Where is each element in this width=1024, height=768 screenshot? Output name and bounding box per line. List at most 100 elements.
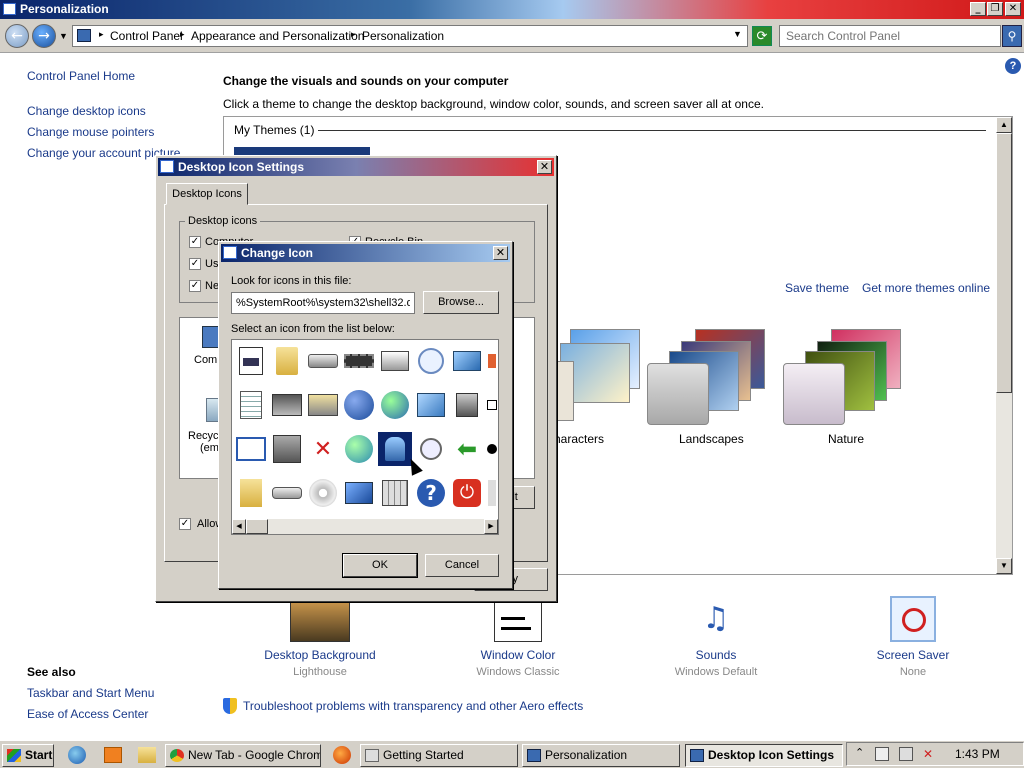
calculator-icon[interactable] xyxy=(378,476,412,510)
tab-desktop-icons[interactable]: Desktop Icons xyxy=(166,183,248,205)
window-color-item[interactable]: Window Color Windows Classic xyxy=(438,596,598,678)
task-desktop-icon-settings[interactable]: Desktop Icon Settings xyxy=(685,744,843,767)
clock-icon[interactable] xyxy=(414,344,448,378)
breadcrumb-personalization[interactable]: Personalization xyxy=(362,29,444,43)
disconnected-drive-icon[interactable]: ✕ xyxy=(306,432,340,466)
safely-remove-tray-icon[interactable] xyxy=(899,747,913,761)
floppy-drive-icon[interactable] xyxy=(270,432,304,466)
sounds-link[interactable]: Sounds xyxy=(636,648,796,662)
start-button[interactable]: Start xyxy=(2,744,54,767)
my-theme-thumbnail[interactable] xyxy=(234,147,370,155)
chevron-right-icon[interactable]: ▸ xyxy=(180,29,185,40)
browse-button[interactable]: Browse... xyxy=(423,291,499,314)
themes-scrollbar[interactable]: ▲ ▼ xyxy=(996,117,1012,574)
power-icon[interactable]: ⏻ xyxy=(450,476,484,510)
horizontal-scroll-track[interactable] xyxy=(268,519,484,534)
removable-drive-icon[interactable] xyxy=(270,476,304,510)
task-personalization[interactable]: Personalization xyxy=(522,744,680,767)
network-checkbox[interactable]: ✓ xyxy=(189,280,201,292)
window-icon[interactable] xyxy=(234,344,268,378)
theme-landscapes[interactable] xyxy=(647,329,765,425)
desktop-background-item[interactable]: Desktop Background Lighthouse xyxy=(240,596,400,678)
address-bar[interactable]: ▸ Control Panel ▸ Appearance and Persona… xyxy=(72,25,748,47)
media-player-icon[interactable] xyxy=(104,747,122,763)
screen-saver-item[interactable]: Screen Saver None xyxy=(833,596,993,678)
user-files-checkbox[interactable]: ✓ xyxy=(189,258,201,270)
printer-icon[interactable] xyxy=(378,344,412,378)
taskbar-start-menu-link[interactable]: Taskbar and Start Menu xyxy=(27,686,154,700)
task-chrome[interactable]: New Tab - Google Chrome xyxy=(165,744,321,767)
task-getting-started[interactable]: Getting Started xyxy=(360,744,518,767)
partial-icon[interactable] xyxy=(484,476,498,510)
cancel-button[interactable]: Cancel xyxy=(425,554,499,577)
green-arrow-icon[interactable]: ⬅ xyxy=(450,432,484,466)
close-icon[interactable]: ✕ xyxy=(537,160,552,174)
clock[interactable]: 1:43 PM xyxy=(955,747,1000,761)
close-icon[interactable]: ✕ xyxy=(493,246,508,260)
cd-drive-icon[interactable] xyxy=(306,476,340,510)
globe-icon[interactable] xyxy=(342,388,376,422)
change-desktop-icons-link[interactable]: Change desktop icons xyxy=(27,104,146,118)
icon-grid[interactable]: ✕ ⬅ ? ⏻ ◀ ▶ xyxy=(231,339,499,535)
network-globe-icon[interactable] xyxy=(378,388,412,422)
horizontal-scroll-thumb[interactable] xyxy=(246,519,268,534)
sounds-item[interactable]: ♫ Sounds Windows Default xyxy=(636,596,796,678)
allow-themes-checkbox[interactable]: ✓ xyxy=(179,518,191,530)
breadcrumb-appearance[interactable]: Appearance and Personalization xyxy=(191,29,364,43)
ease-of-access-link[interactable]: Ease of Access Center xyxy=(27,707,148,721)
back-icon[interactable]: ← xyxy=(5,24,29,48)
control-panel-grid-icon[interactable] xyxy=(414,388,448,422)
chevron-down-icon[interactable]: ▼ xyxy=(733,29,742,39)
firefox-icon[interactable] xyxy=(333,746,351,764)
chevron-right-icon[interactable]: ▸ xyxy=(351,29,356,40)
control-panel-home-link[interactable]: Control Panel Home xyxy=(27,69,135,83)
history-dropdown-icon[interactable]: ▼ xyxy=(59,31,68,41)
folder-icon[interactable] xyxy=(270,344,304,378)
ok-button[interactable]: OK xyxy=(342,553,418,578)
network-tray-icon[interactable] xyxy=(875,747,889,761)
scroll-right-icon[interactable]: ▶ xyxy=(484,519,498,534)
close-button[interactable]: ✕ xyxy=(1005,2,1021,16)
network-computer-icon[interactable] xyxy=(270,388,304,422)
theme-nature[interactable] xyxy=(783,329,901,425)
maximize-button[interactable]: ❐ xyxy=(987,2,1003,16)
blank-window-icon[interactable] xyxy=(234,432,268,466)
chevron-up-icon[interactable]: ⌃ xyxy=(855,746,864,759)
help-icon[interactable]: ? xyxy=(1005,58,1021,74)
scroll-down-icon[interactable]: ▼ xyxy=(996,558,1012,574)
refresh-icon[interactable]: ⟳ xyxy=(752,26,772,46)
partial-icon[interactable] xyxy=(484,344,498,378)
scroll-left-icon[interactable]: ◀ xyxy=(232,519,246,534)
explorer-folder-icon[interactable] xyxy=(138,747,156,763)
save-theme-link[interactable]: Save theme xyxy=(785,281,849,295)
forward-icon[interactable]: → xyxy=(32,24,56,48)
troubleshoot-link[interactable]: Troubleshoot problems with transparency … xyxy=(243,699,583,713)
search-input[interactable] xyxy=(779,25,1001,47)
minimize-button[interactable]: _ xyxy=(970,2,986,16)
chip-icon[interactable] xyxy=(342,344,376,378)
display-icon[interactable] xyxy=(450,344,484,378)
help-question-icon[interactable]: ? xyxy=(414,476,448,510)
scroll-up-icon[interactable]: ▲ xyxy=(996,117,1012,133)
shortcut-icon[interactable] xyxy=(484,388,498,422)
computer-monitor-icon[interactable] xyxy=(342,476,376,510)
drive-icon[interactable] xyxy=(306,344,340,378)
search-icon[interactable]: ⚲ xyxy=(1002,25,1022,47)
volume-muted-icon[interactable]: ✕ xyxy=(923,747,937,761)
partial-icon[interactable] xyxy=(484,432,498,466)
change-mouse-pointers-link[interactable]: Change mouse pointers xyxy=(27,125,154,139)
get-more-themes-link[interactable]: Get more themes online xyxy=(862,281,990,295)
internet-icon[interactable] xyxy=(342,432,376,466)
icon-file-input[interactable] xyxy=(231,292,415,314)
chevron-right-icon[interactable]: ▸ xyxy=(99,29,104,40)
scroll-thumb[interactable] xyxy=(996,133,1012,393)
internet-explorer-icon[interactable] xyxy=(68,746,86,764)
desktop-background-link[interactable]: Desktop Background xyxy=(240,648,400,662)
folder-open-icon[interactable] xyxy=(234,476,268,510)
breadcrumb-control-panel[interactable]: Control Panel xyxy=(110,29,183,43)
media-icon[interactable] xyxy=(450,388,484,422)
search-magnifier-icon[interactable] xyxy=(414,432,448,466)
network-drive-icon[interactable] xyxy=(306,388,340,422)
window-color-link[interactable]: Window Color xyxy=(438,648,598,662)
document-icon[interactable] xyxy=(234,388,268,422)
